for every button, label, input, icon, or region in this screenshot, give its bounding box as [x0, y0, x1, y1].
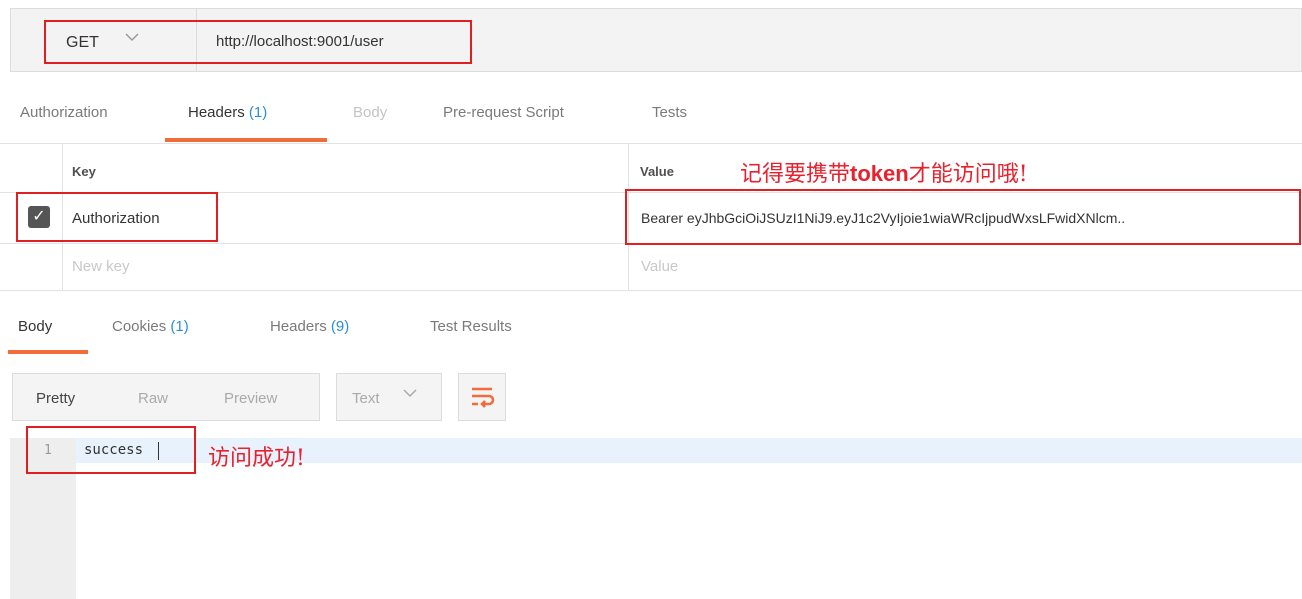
- response-tab-body[interactable]: Body: [18, 318, 52, 335]
- response-headers-count-badge: (9): [330, 318, 350, 335]
- active-tab-indicator: [8, 350, 88, 354]
- divider: [0, 143, 1302, 144]
- new-key-input[interactable]: New key: [72, 258, 130, 275]
- tab-headers[interactable]: Headers (1): [188, 104, 267, 121]
- response-tab-cookies-label: Cookies: [112, 318, 167, 335]
- token-annotation-word: token: [850, 161, 909, 186]
- tab-tests[interactable]: Tests: [652, 104, 687, 121]
- active-tab-indicator: [165, 138, 327, 142]
- tab-authorization[interactable]: Authorization: [20, 104, 108, 121]
- response-tab-test-results[interactable]: Test Results: [430, 318, 512, 335]
- response-tab-cookies[interactable]: Cookies (1): [112, 318, 189, 335]
- chevron-down-icon: [402, 386, 418, 405]
- column-header-key: Key: [72, 164, 96, 179]
- highlight-box-value: [625, 189, 1301, 245]
- response-tab-headers[interactable]: Headers (9): [270, 318, 349, 335]
- highlight-box-response: [26, 426, 196, 474]
- token-annotation-prefix: 记得要携带: [740, 162, 851, 187]
- preview-button[interactable]: Preview: [224, 390, 277, 407]
- tab-pre-request-script[interactable]: Pre-request Script: [443, 104, 564, 121]
- column-header-value: Value: [640, 164, 674, 179]
- tab-headers-label: Headers: [188, 104, 245, 121]
- token-annotation: 记得要携带token才能访问哦!: [740, 156, 1028, 188]
- highlight-box-request: [44, 20, 472, 64]
- format-select-label: Text: [352, 390, 380, 407]
- highlight-box-key: [16, 192, 218, 242]
- raw-button[interactable]: Raw: [138, 390, 168, 407]
- wrap-lines-icon: [470, 384, 496, 415]
- cookies-count-badge: (1): [170, 318, 189, 335]
- headers-count-badge: (1): [248, 104, 268, 121]
- response-tab-headers-label: Headers: [270, 318, 327, 335]
- tab-body[interactable]: Body: [353, 104, 387, 121]
- token-annotation-suffix: 才能访问哦!: [908, 162, 1028, 187]
- success-annotation: 访问成功!: [208, 446, 305, 471]
- divider: [0, 290, 1302, 291]
- new-value-input[interactable]: Value: [641, 258, 678, 275]
- pretty-button[interactable]: Pretty: [36, 390, 75, 407]
